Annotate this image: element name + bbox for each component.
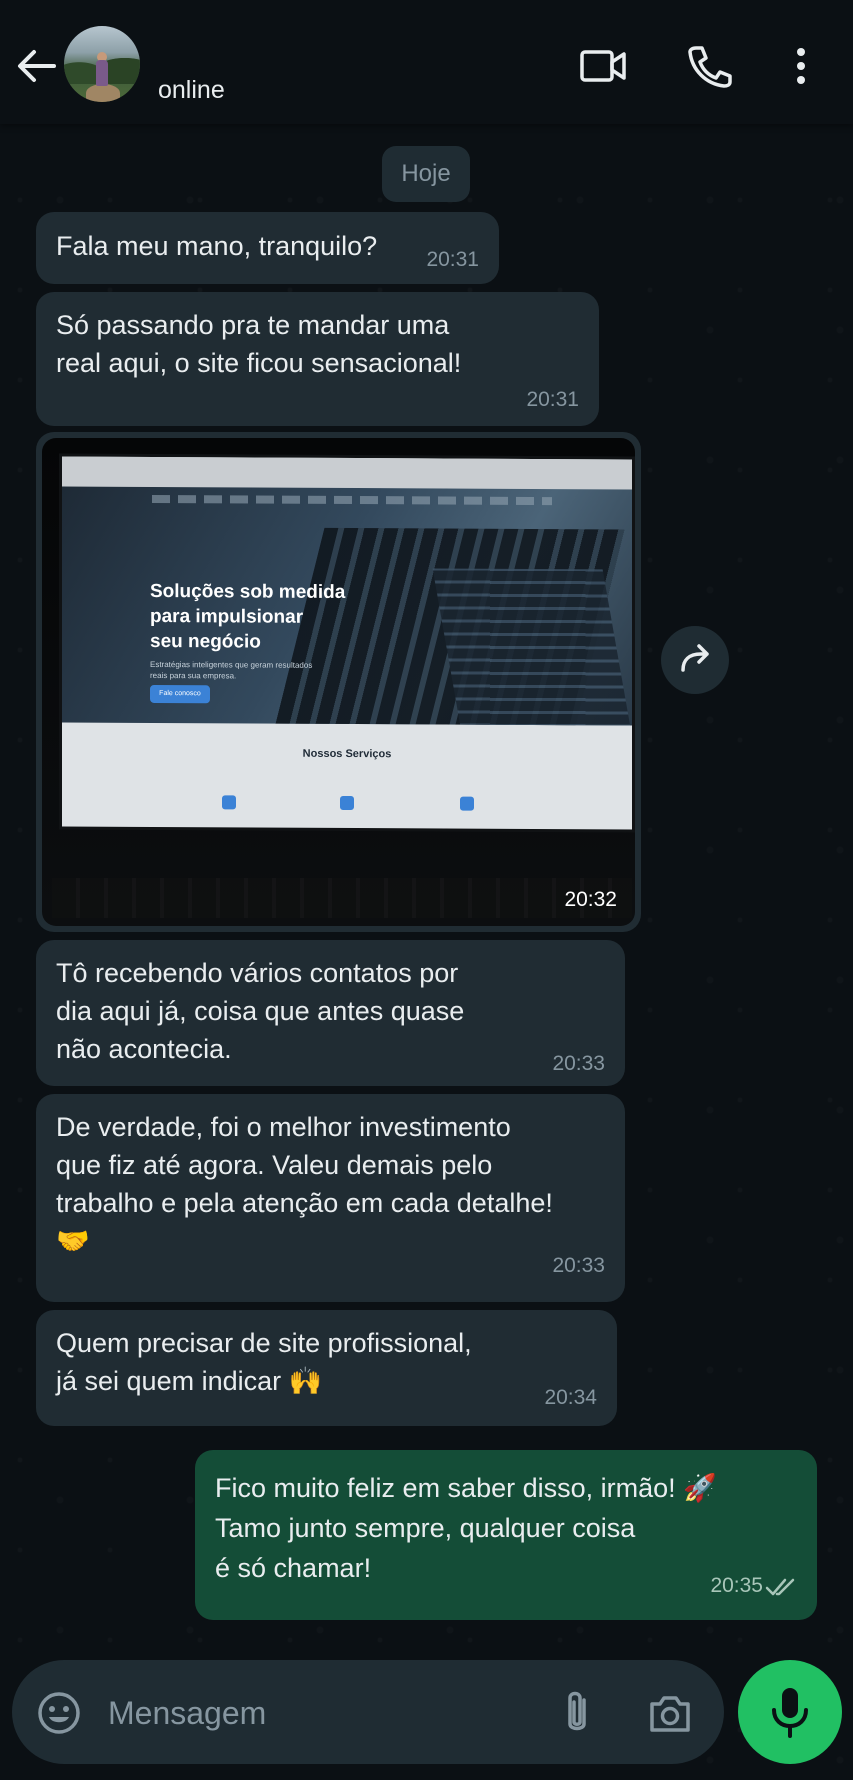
back-arrow-icon: [18, 50, 56, 82]
message-incoming[interactable]: Fala meu mano, tranquilo? 20:31: [36, 212, 499, 284]
phone-icon: [688, 46, 732, 88]
photo-services-title: Nossos Serviços: [302, 747, 392, 761]
message-time: 20:32: [564, 888, 617, 911]
mic-icon: [772, 1688, 808, 1738]
message-text: De verdade, foi o melhor investimento qu…: [56, 1112, 553, 1256]
message-incoming[interactable]: Tô recebendo vários contatos por dia aqu…: [36, 940, 625, 1086]
emoji-button[interactable]: [36, 1690, 82, 1736]
message-text: Quem precisar de site profissional, já s…: [56, 1328, 472, 1396]
back-button[interactable]: [14, 44, 60, 88]
chat-header: online: [0, 0, 853, 124]
more-options-button[interactable]: [788, 44, 814, 88]
message-input[interactable]: [106, 1688, 550, 1738]
attach-button[interactable]: [558, 1688, 596, 1738]
message-incoming[interactable]: Só passando pra te mandar uma real aqui,…: [36, 292, 599, 426]
date-separator: Hoje: [382, 146, 470, 202]
contact-status: online: [158, 76, 225, 104]
attach-icon: [568, 1691, 586, 1731]
emoji-icon: [38, 1692, 80, 1734]
forward-button[interactable]: [661, 626, 729, 694]
camera-button[interactable]: [646, 1690, 694, 1736]
photo-hero-title: Soluções sob medida para impulsionar seu…: [150, 580, 346, 653]
laptop-screen: Soluções sob medida para impulsionar seu…: [62, 456, 632, 830]
message-image[interactable]: Soluções sob medida para impulsionar seu…: [36, 432, 641, 932]
message-time: 20:31: [426, 248, 479, 271]
message-time: 20:33: [552, 1254, 605, 1277]
message-time: 20:31: [526, 388, 579, 411]
message-time: 20:34: [544, 1386, 597, 1409]
photo-hero-button: Fale conosco: [150, 684, 210, 704]
website-photo[interactable]: Soluções sob medida para impulsionar seu…: [42, 438, 635, 926]
voice-message-button[interactable]: [738, 1660, 842, 1764]
video-call-icon: [580, 50, 626, 82]
message-time: 20:33: [552, 1052, 605, 1075]
message-outgoing[interactable]: Fico muito feliz em saber disso, irmão! …: [195, 1450, 817, 1620]
message-text: Tô recebendo vários contatos por dia aqu…: [56, 958, 465, 1064]
forward-icon: [681, 644, 709, 672]
photo-hero-subtitle: Estratégias inteligentes que geram resul…: [150, 659, 313, 681]
message-incoming[interactable]: De verdade, foi o melhor investimento qu…: [36, 1094, 625, 1302]
camera-icon: [650, 1696, 690, 1732]
message-incoming[interactable]: Quem precisar de site profissional, já s…: [36, 1310, 617, 1426]
avatar[interactable]: [64, 26, 140, 102]
more-vert-icon: [797, 48, 805, 84]
message-text: Só passando pra te mandar uma real aqui,…: [56, 310, 462, 378]
message-time: 20:35: [710, 1574, 763, 1597]
video-call-button[interactable]: [578, 44, 628, 88]
message-text: Fala meu mano, tranquilo?: [56, 231, 378, 261]
message-composer: [12, 1660, 724, 1764]
double-check-icon: [765, 1578, 795, 1596]
message-text: Fico muito feliz em saber disso, irmão! …: [215, 1473, 717, 1583]
voice-call-button[interactable]: [686, 44, 732, 88]
